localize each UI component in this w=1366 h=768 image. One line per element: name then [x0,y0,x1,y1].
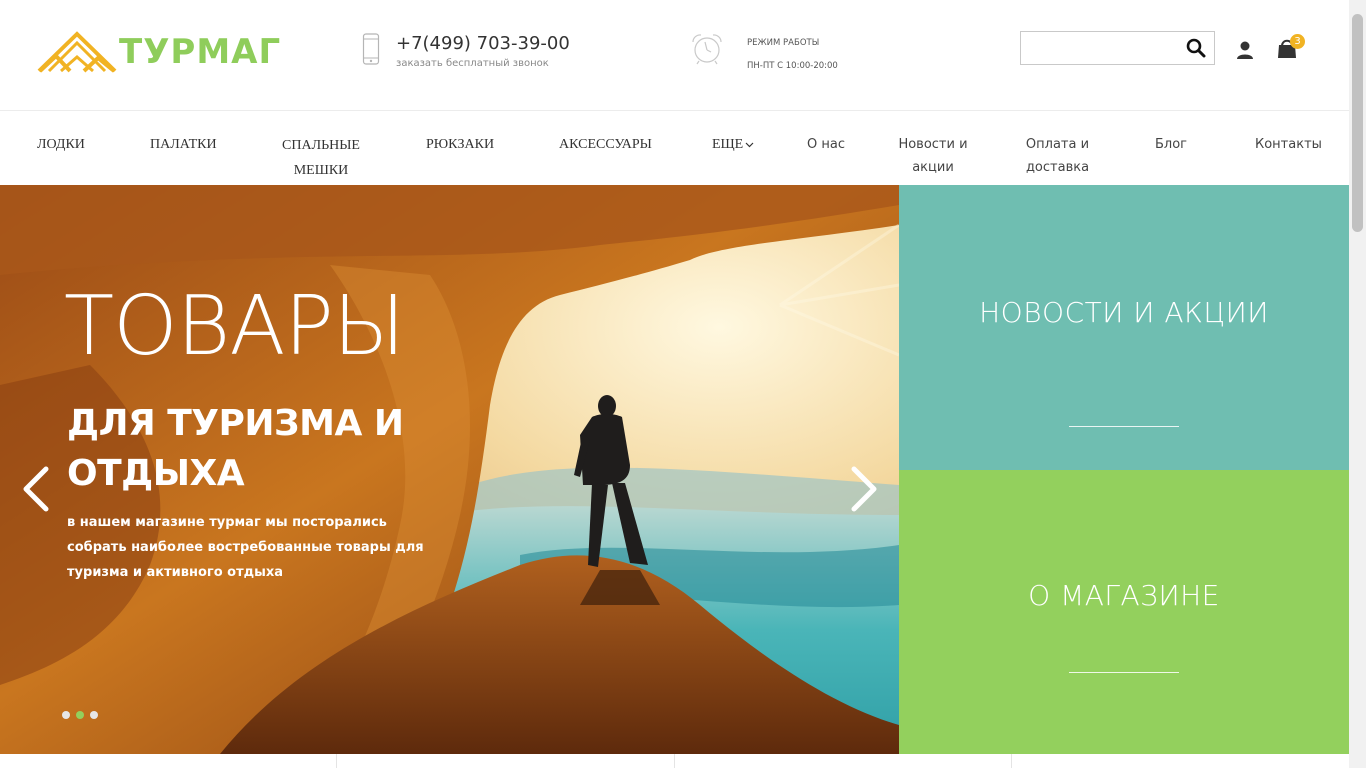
news-banner[interactable]: НОВОСТИ И АКЦИИ [899,185,1349,470]
header: ТУРМАГ +7(499) 703-39-00 заказать беспла… [0,0,1349,111]
alarm-clock-icon [692,34,722,65]
scrollbar[interactable] [1349,0,1366,768]
strip-divider [1011,754,1012,768]
about-banner-divider [1069,672,1179,673]
hero-title: ТОВАРЫ [64,279,405,374]
slider-dot[interactable] [62,711,70,719]
news-banner-label: НОВОСТИ И АКЦИИ [979,296,1269,329]
chevron-right-icon[interactable] [850,465,878,513]
phone-number[interactable]: +7(499) 703-39-00 [396,33,570,55]
nav-payment-delivery[interactable]: Оплата и доставка [1020,133,1095,179]
hours-title: РЕЖИМ РАБОТЫ [747,38,820,48]
nav-sleeping-bags[interactable]: СПАЛЬНЫЕ МЕШКИ [276,133,366,183]
hero-slider: ТОВАРЫ ДЛЯ ТУРИЗМА И ОТДЫХА в нашем мага… [0,185,899,754]
search-box [1020,31,1215,65]
slider-dot[interactable] [90,711,98,719]
about-banner-label: О МАГАЗИНЕ [1028,579,1220,612]
nav-backpacks[interactable]: РЮКЗАКИ [426,133,494,157]
phone-block: +7(499) 703-39-00 заказать бесплатный зв… [362,33,570,69]
strip-divider [336,754,337,768]
strip-divider [674,754,675,768]
nav-tents[interactable]: ПАЛАТКИ [150,133,217,157]
nav-accessories[interactable]: АКСЕССУАРЫ [559,133,652,157]
slider-dots [62,711,98,719]
cart-count-badge: 3 [1290,34,1305,49]
slider-dot[interactable] [76,711,84,719]
callback-link[interactable]: заказать бесплатный звонок [396,58,570,69]
hours-schedule: ПН-ПТ С 10:00-20:00 [747,61,838,71]
main-navigation: ЛОДКИ ПАЛАТКИ СПАЛЬНЫЕ МЕШКИ РЮКЗАКИ АКС… [0,111,1349,185]
search-input[interactable] [1021,32,1187,62]
hero-text: в нашем магазине турмаг мы посторались с… [67,515,424,580]
nav-about[interactable]: О нас [807,133,845,156]
search-icon[interactable] [1186,38,1206,58]
hero-subtitle: ДЛЯ ТУРИЗМА И ОТДЫХА [67,403,404,494]
chevron-left-icon[interactable] [22,465,50,513]
scrollbar-thumb[interactable] [1352,14,1363,232]
working-hours: РЕЖИМ РАБОТЫ ПН-ПТ С 10:00-20:00 [690,32,838,78]
mountains-logo-icon [37,31,117,73]
phone-icon [362,33,380,65]
nav-boats[interactable]: ЛОДКИ [37,133,85,157]
page: ТУРМАГ +7(499) 703-39-00 заказать беспла… [0,0,1349,768]
nav-more-label: ЕЩЕ [712,137,744,152]
user-icon[interactable] [1235,40,1255,60]
nav-more[interactable]: ЕЩЕ [712,133,754,157]
bottom-strip [0,754,1349,768]
about-banner[interactable]: О МАГАЗИНЕ [899,470,1349,754]
news-banner-divider [1069,426,1179,427]
logo-text: ТУРМАГ [119,32,282,72]
logo[interactable]: ТУРМАГ [37,28,307,76]
nav-contacts[interactable]: Контакты [1255,133,1322,156]
chevron-down-icon [745,142,754,148]
nav-blog[interactable]: Блог [1155,133,1187,156]
nav-news[interactable]: Новости и акции [893,133,973,179]
